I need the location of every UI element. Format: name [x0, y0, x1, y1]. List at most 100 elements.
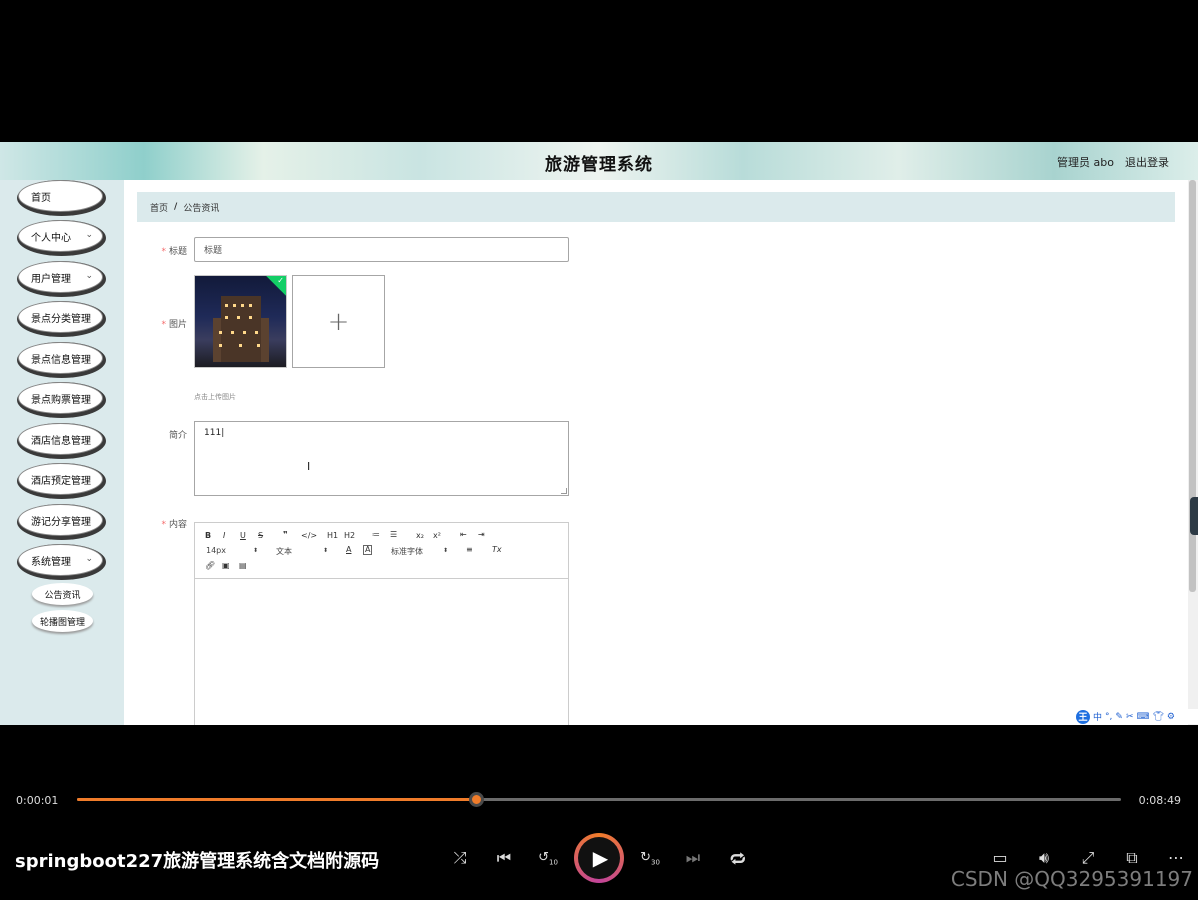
rewind-icon[interactable]: ↺10: [537, 850, 559, 867]
title-label: * 标题: [137, 244, 187, 257]
ordered-list-button[interactable]: ≔: [372, 530, 380, 539]
clear-format-button[interactable]: Tx: [492, 545, 502, 554]
sidebar-item-scenic-info[interactable]: 景点信息管理: [18, 342, 103, 374]
h1-button[interactable]: H1: [327, 531, 338, 540]
ime-skin-icon[interactable]: 👕︎: [1152, 712, 1163, 722]
sidebar-item-hotel-booking[interactable]: 酒店预定管理: [18, 463, 103, 495]
summary-textarea[interactable]: 111|: [194, 421, 569, 496]
breadcrumb-separator: /: [174, 202, 178, 212]
required-mark: *: [161, 247, 166, 257]
upload-button[interactable]: +: [292, 275, 385, 368]
font-size-value: 14px: [206, 546, 226, 555]
sidebar-item-personal-center[interactable]: 个人中心 ⌄: [18, 220, 103, 252]
sidebar-item-label: 系统管理: [31, 556, 71, 568]
subtitles-icon[interactable]: ▭: [989, 848, 1011, 867]
breadcrumb-home[interactable]: 首页: [150, 201, 168, 214]
subscript-button[interactable]: x₂: [416, 531, 424, 540]
sidebar-item-hotel-info[interactable]: 酒店信息管理: [18, 423, 103, 455]
blockquote-button[interactable]: ❞: [283, 530, 288, 539]
ime-tools-icon[interactable]: ✂: [1126, 712, 1134, 722]
select-arrow-icon: ⬍: [323, 547, 329, 554]
sidebar-item-label: 游记分享管理: [31, 516, 91, 528]
previous-icon[interactable]: ⏮: [493, 848, 515, 868]
sidebar-item-home[interactable]: 首页: [18, 180, 103, 212]
ime-keyboard-icon[interactable]: ⌨: [1136, 712, 1149, 722]
app-title: 旅游管理系统: [545, 155, 653, 175]
volume-icon[interactable]: 🔊︎: [1033, 848, 1055, 868]
sidebar-subitem-announcements[interactable]: 公告资讯: [32, 583, 93, 605]
sidebar-subitem-carousel[interactable]: 轮播图管理: [32, 610, 93, 632]
font-family-select[interactable]: 标准字体 ⬍: [391, 546, 451, 557]
more-options-icon[interactable]: ⋯: [1165, 848, 1187, 867]
italic-button[interactable]: I: [223, 531, 225, 540]
text-style-value: 文本: [276, 547, 292, 556]
ime-toolbar[interactable]: 王 中 °, ✎ ✂ ⌨ 👕︎ ⚙: [1074, 709, 1198, 724]
upload-tip: 点击上传图片: [194, 393, 236, 401]
seek-bar-handle[interactable]: [468, 792, 484, 807]
outdent-button[interactable]: ⇤: [460, 530, 467, 539]
background-color-button[interactable]: A: [363, 545, 373, 555]
sidebar-item-ticket[interactable]: 景点购票管理: [18, 382, 103, 414]
image-window: [219, 331, 222, 334]
image-window: [237, 316, 240, 319]
repeat-off-icon[interactable]: 🔁︎: [727, 848, 749, 871]
indent-button[interactable]: ⇥: [478, 530, 485, 539]
ime-punctuation-icon[interactable]: °,: [1105, 712, 1112, 722]
ime-mode[interactable]: 中: [1093, 710, 1102, 723]
sidebar: 首页 个人中心 ⌄ 用户管理 ⌄ 景点分类管理 景点信息管理 景点购票管理 酒店信息…: [0, 180, 124, 725]
resize-handle[interactable]: [561, 488, 567, 494]
image-window: [225, 316, 228, 319]
text-style-select[interactable]: 文本 ⬍: [276, 546, 332, 557]
title-input[interactable]: 标题: [194, 237, 569, 262]
link-icon[interactable]: 🔗︎: [205, 561, 215, 570]
editor-content-area[interactable]: [195, 580, 568, 725]
font-size-select[interactable]: 14px ⬍: [206, 546, 262, 555]
seek-bar[interactable]: [77, 792, 1121, 807]
shuffle-icon[interactable]: ⤮: [449, 848, 471, 868]
sidebar-item-user-management[interactable]: 用户管理 ⌄: [18, 261, 103, 293]
logout-link[interactable]: 退出登录: [1125, 154, 1169, 170]
code-button[interactable]: </>: [301, 531, 317, 540]
side-panel-handle[interactable]: [1190, 497, 1198, 535]
h2-button[interactable]: H2: [344, 531, 355, 540]
plus-icon: +: [327, 306, 350, 337]
summary-label: 简介: [168, 431, 187, 441]
forward-icon[interactable]: ↻30: [639, 850, 661, 867]
sidebar-item-system[interactable]: 系统管理 ⌄: [18, 544, 103, 576]
fullscreen-icon[interactable]: ⤢: [1077, 848, 1099, 868]
image-window: [239, 344, 242, 347]
font-color-button[interactable]: A: [346, 545, 351, 554]
strike-button[interactable]: S: [258, 531, 263, 540]
uploaded-image-hotel[interactable]: ✓: [194, 275, 287, 368]
sidebar-item-label: 用户管理: [31, 273, 71, 285]
vertical-scrollbar[interactable]: [1188, 180, 1198, 725]
image-window: [257, 344, 260, 347]
play-icon: ▶: [578, 837, 620, 879]
image-window: [255, 331, 258, 334]
bold-button[interactable]: B: [205, 531, 211, 540]
content-label: * 内容: [137, 517, 187, 530]
sidebar-item-label: 景点信息管理: [31, 354, 91, 366]
video-title: springboot227旅游管理系统含文档附源码: [15, 851, 380, 872]
image-label: * 图片: [137, 317, 187, 330]
rewind-seconds: 10: [548, 858, 558, 867]
text-cursor-icon: Ι: [307, 460, 311, 473]
sidebar-item-scenic-category[interactable]: 景点分类管理: [18, 301, 103, 333]
image-icon[interactable]: ▣: [222, 561, 230, 570]
sidebar-item-label: 首页: [31, 192, 51, 204]
underline-button[interactable]: U: [240, 531, 246, 540]
mini-player-icon[interactable]: ⧉: [1121, 848, 1143, 868]
video-icon[interactable]: ▤: [239, 561, 247, 570]
image-label-text: 图片: [168, 320, 187, 330]
chevron-down-icon: ⌄: [85, 271, 93, 281]
next-icon[interactable]: ⏭: [682, 848, 704, 868]
align-button[interactable]: ≡: [466, 545, 473, 554]
play-button[interactable]: ▶: [574, 833, 624, 883]
ime-handwriting-icon[interactable]: ✎: [1115, 712, 1123, 722]
bullet-list-button[interactable]: ☰: [390, 530, 397, 539]
image-window: [241, 304, 244, 307]
check-icon: ✓: [277, 276, 284, 285]
superscript-button[interactable]: x²: [433, 531, 441, 540]
sidebar-item-travel-notes[interactable]: 游记分享管理: [18, 504, 103, 536]
ime-settings-icon[interactable]: ⚙: [1167, 712, 1175, 722]
